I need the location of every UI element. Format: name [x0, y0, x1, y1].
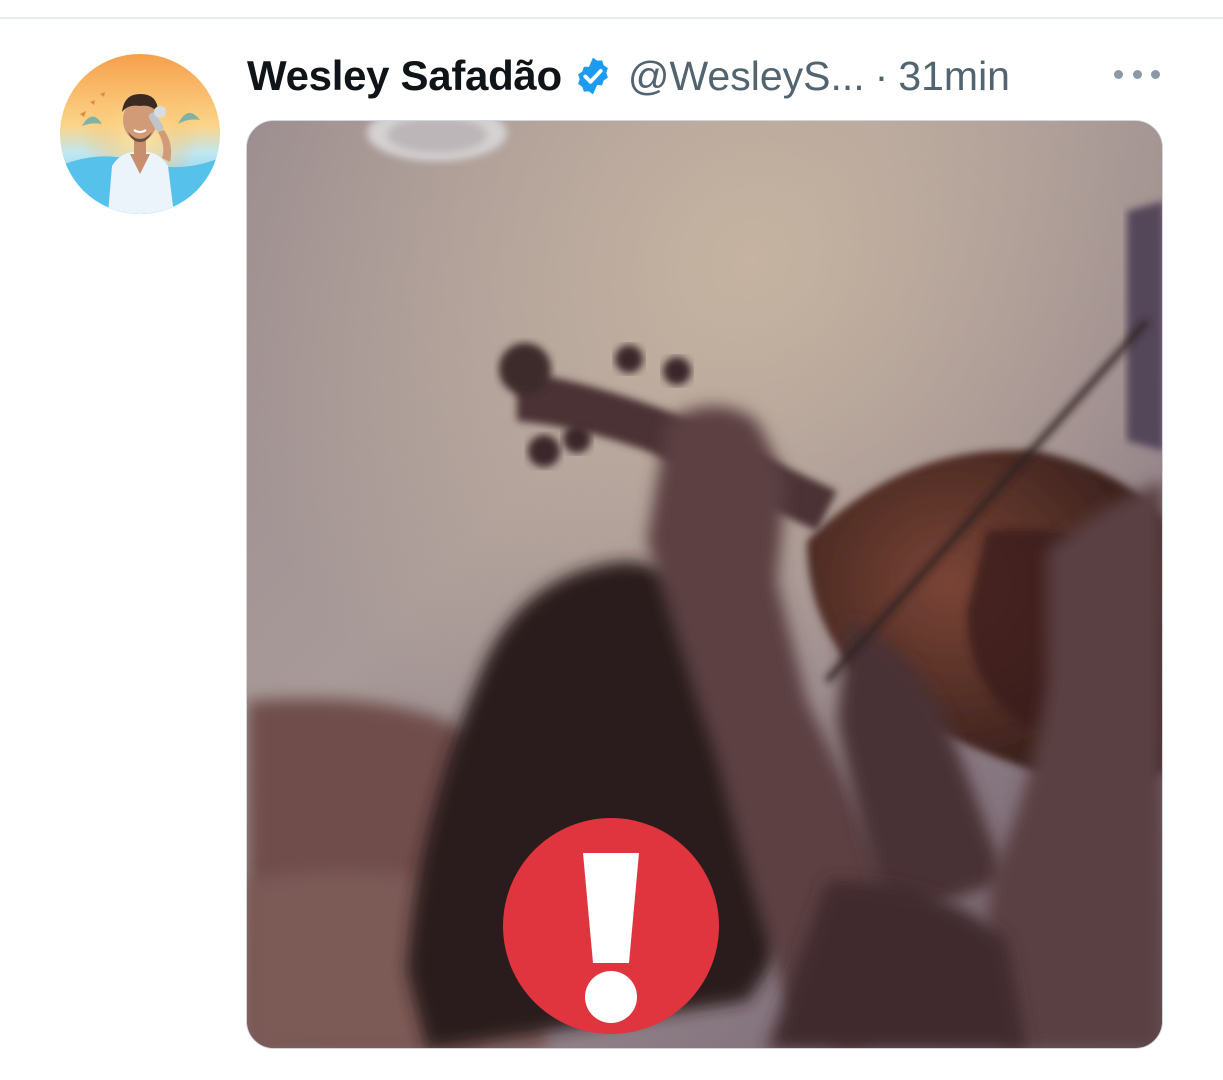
- more-dot: [1151, 69, 1160, 79]
- avatar-image: [60, 54, 220, 214]
- more-dot: [1132, 69, 1142, 79]
- timestamp[interactable]: 31min: [898, 53, 1010, 100]
- more-dot: [1114, 69, 1123, 79]
- verified-badge-icon: [572, 55, 614, 97]
- video-frame-image: [247, 121, 1162, 1048]
- tweet-header: Wesley Safadão @WesleyS... · 31min: [247, 52, 1010, 100]
- tweet-media[interactable]: [246, 120, 1163, 1049]
- avatar[interactable]: [60, 54, 220, 214]
- top-divider: [0, 17, 1223, 19]
- display-name[interactable]: Wesley Safadão: [247, 52, 562, 100]
- user-handle[interactable]: @WesleyS...: [628, 53, 865, 100]
- more-options-icon[interactable]: [1114, 62, 1160, 86]
- separator-dot: ·: [874, 52, 889, 99]
